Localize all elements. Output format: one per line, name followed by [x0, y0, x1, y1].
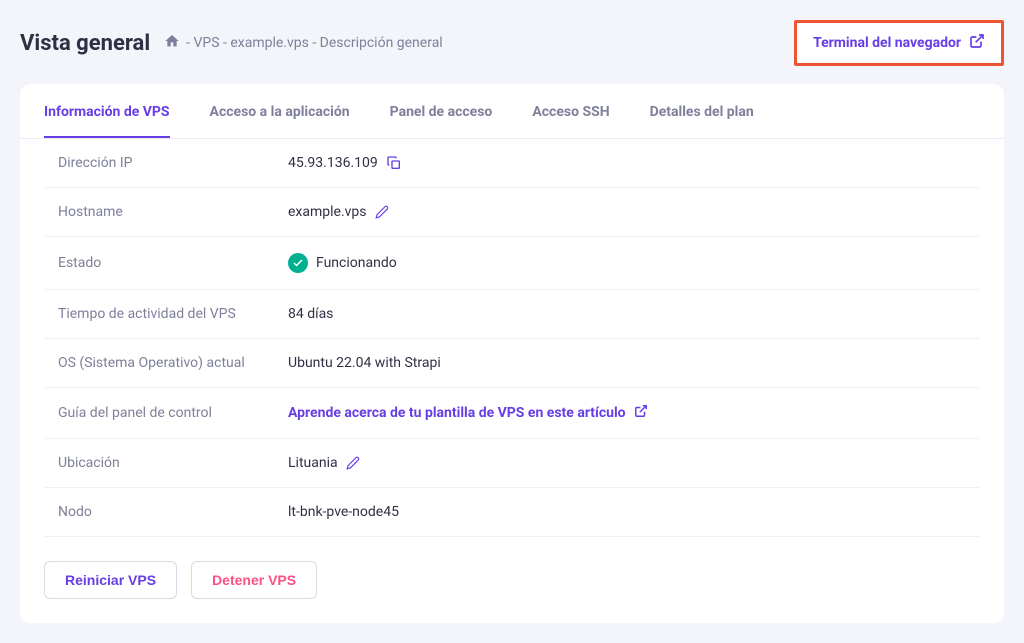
row-node: Nodo lt-bnk-pve-node45 [44, 488, 980, 537]
os-label: OS (Sistema Operativo) actual [58, 355, 288, 371]
row-uptime: Tiempo de actividad del VPS 84 días [44, 290, 980, 339]
row-location: Ubicación Lituania [44, 439, 980, 488]
vps-info-card: Información de VPS Acceso a la aplicació… [20, 84, 1004, 623]
tab-ssh-access[interactable]: Acceso SSH [532, 84, 609, 138]
check-icon [288, 253, 308, 273]
node-value: lt-bnk-pve-node45 [288, 504, 399, 520]
ip-value: 45.93.136.109 [288, 155, 378, 171]
ip-label: Dirección IP [58, 155, 288, 171]
row-os: OS (Sistema Operativo) actual Ubuntu 22.… [44, 339, 980, 388]
breadcrumb: - VPS - example.vps - Descripción genera… [164, 33, 443, 53]
node-label: Nodo [58, 504, 288, 520]
tab-vps-info[interactable]: Información de VPS [44, 84, 170, 138]
hostname-value: example.vps [288, 204, 367, 220]
location-label: Ubicación [58, 455, 288, 471]
row-guide: Guía del panel de control Aprende acerca… [44, 388, 980, 439]
row-ip: Dirección IP 45.93.136.109 [44, 139, 980, 188]
uptime-value: 84 días [288, 306, 333, 322]
external-link-icon [634, 404, 648, 422]
home-icon[interactable] [164, 33, 180, 53]
stop-vps-button[interactable]: Detener VPS [191, 561, 317, 599]
external-link-icon [969, 33, 985, 53]
browser-terminal-button[interactable]: Terminal del navegador [794, 20, 1004, 66]
edit-icon[interactable] [375, 205, 389, 219]
guide-label: Guía del panel de control [58, 405, 288, 421]
browser-terminal-label: Terminal del navegador [813, 35, 961, 51]
tab-panel-access[interactable]: Panel de acceso [390, 84, 493, 138]
guide-link-text: Aprende acerca de tu plantilla de VPS en… [288, 405, 626, 421]
row-hostname: Hostname example.vps [44, 188, 980, 237]
tab-plan-details[interactable]: Detalles del plan [650, 84, 754, 138]
os-value: Ubuntu 22.04 with Strapi [288, 355, 441, 371]
edit-icon[interactable] [346, 456, 360, 470]
uptime-label: Tiempo de actividad del VPS [58, 306, 288, 322]
page-title: Vista general [20, 31, 150, 56]
restart-vps-button[interactable]: Reiniciar VPS [44, 561, 177, 599]
location-value: Lituania [288, 455, 338, 471]
status-value: Funcionando [316, 255, 397, 271]
tab-app-access[interactable]: Acceso a la aplicación [210, 84, 350, 138]
copy-icon[interactable] [386, 155, 402, 171]
hostname-label: Hostname [58, 204, 288, 220]
guide-link[interactable]: Aprende acerca de tu plantilla de VPS en… [288, 404, 648, 422]
breadcrumb-text: - VPS - example.vps - Descripción genera… [186, 35, 443, 51]
tabs: Información de VPS Acceso a la aplicació… [20, 84, 1004, 139]
status-label: Estado [58, 255, 288, 271]
row-status: Estado Funcionando [44, 237, 980, 290]
